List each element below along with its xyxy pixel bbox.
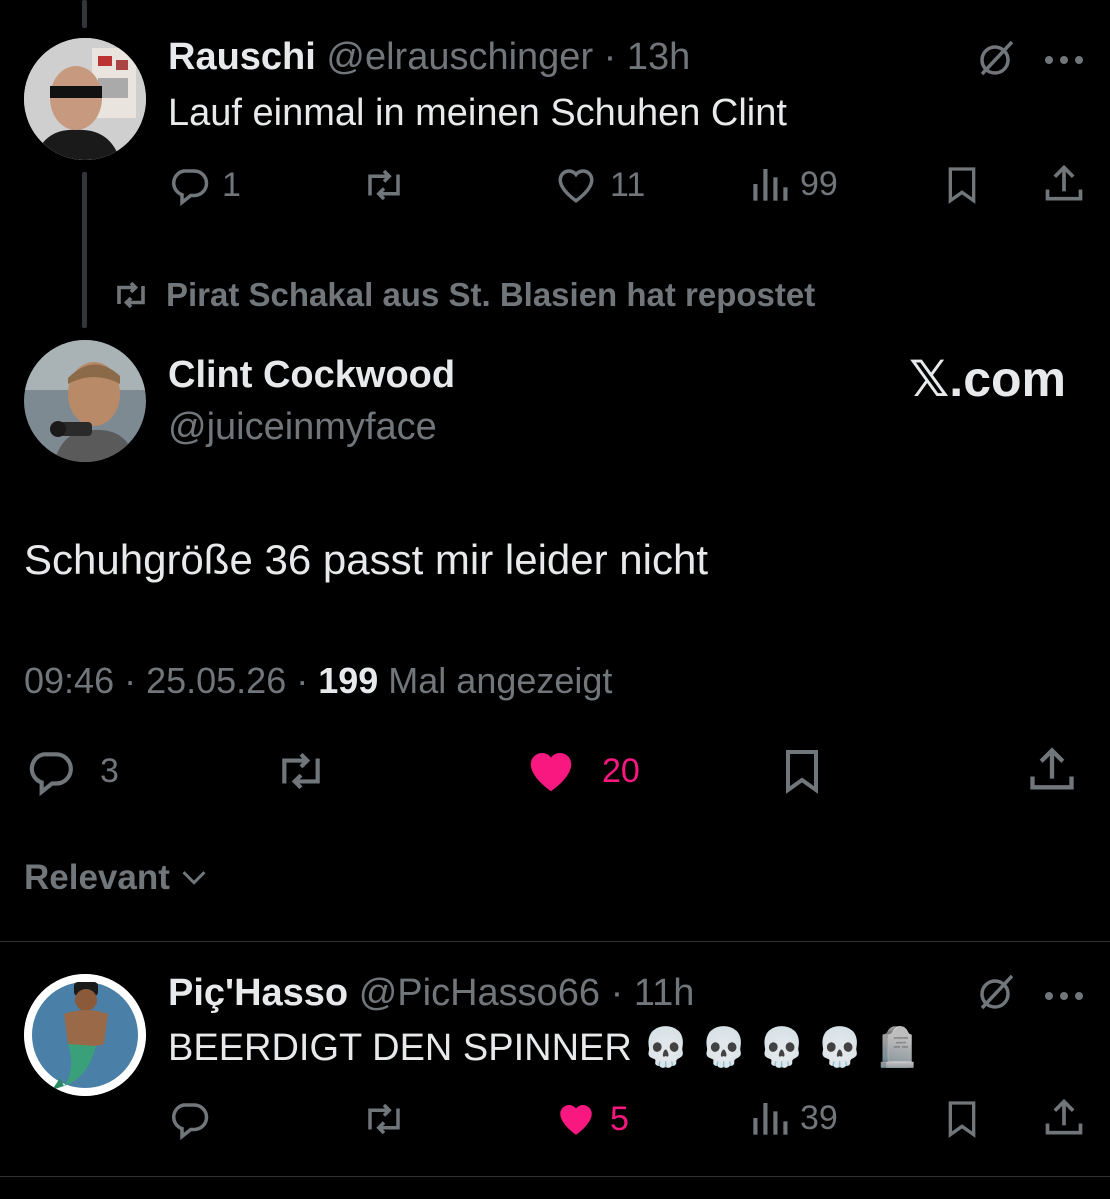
tweet-time[interactable]: · 11h: [611, 972, 695, 1014]
like-count: 20: [602, 751, 640, 790]
bookmark-icon: [786, 750, 818, 794]
like-button[interactable]: 5: [554, 1098, 629, 1140]
share-icon: [1045, 164, 1083, 201]
like-button[interactable]: 20: [522, 744, 640, 798]
author-name[interactable]: Piç'Hasso: [168, 972, 348, 1014]
thread-line: [82, 172, 87, 328]
repost-icon: [117, 281, 145, 309]
divider: [0, 1176, 1110, 1177]
like-count: 5: [610, 1099, 629, 1138]
reply-count: 3: [100, 751, 119, 790]
grok-icon[interactable]: [974, 972, 1016, 1019]
reply-icon: [172, 169, 209, 206]
like-icon: [530, 753, 572, 792]
tweet-text: Schuhgröße 36 passt mir leider nicht: [24, 536, 708, 583]
views-count: 39: [800, 1098, 838, 1137]
more-icon[interactable]: [1044, 52, 1084, 70]
bookmark-button[interactable]: [942, 1096, 982, 1140]
like-icon: [560, 1105, 592, 1135]
views-icon: [753, 1103, 788, 1135]
share-button[interactable]: [1042, 1096, 1086, 1140]
reply-icon: [172, 1103, 209, 1140]
views-label: Mal angezeigt: [378, 660, 613, 701]
reply-button[interactable]: 3: [24, 746, 119, 796]
views-button[interactable]: 39: [750, 1098, 838, 1138]
bookmark-icon: [948, 1101, 976, 1138]
avatar[interactable]: [24, 340, 146, 462]
author-handle[interactable]: @PicHasso66: [359, 972, 600, 1014]
tweet-text: Lauf einmal in meinen Schuhen Clint: [168, 92, 787, 134]
repost-icon: [368, 169, 400, 201]
chevron-down-icon: [182, 871, 206, 885]
tweet-timestamp[interactable]: 09:46 · 25.05.26 ·: [24, 660, 318, 701]
author-handle[interactable]: @elrauschinger: [326, 36, 593, 78]
avatar[interactable]: [24, 38, 146, 160]
bookmark-button[interactable]: [778, 744, 826, 796]
sort-dropdown[interactable]: Relevant: [24, 858, 208, 898]
repost-banner[interactable]: Pirat Schakal aus St. Blasien hat repost…: [110, 276, 815, 314]
views-count: 199: [318, 660, 379, 701]
bookmark-button[interactable]: [942, 162, 982, 206]
share-button[interactable]: [1042, 162, 1086, 206]
views-count: 99: [800, 164, 838, 203]
like-button[interactable]: 11: [554, 164, 645, 206]
reply-count: 1: [222, 165, 241, 204]
author-handle[interactable]: @juiceinmyface: [168, 406, 437, 449]
reply-button[interactable]: 1: [168, 164, 241, 206]
tweet-time[interactable]: · 13h: [604, 36, 691, 78]
repost-button[interactable]: [360, 164, 408, 206]
repost-icon: [282, 752, 320, 790]
like-icon: [558, 169, 594, 203]
views-button[interactable]: 99: [750, 164, 838, 204]
reply-button[interactable]: [168, 1098, 210, 1140]
tweet-text: BEERDIGT DEN SPINNER 💀 💀 💀 💀 🪦: [168, 1027, 922, 1069]
reply-icon: [29, 752, 73, 796]
repost-button[interactable]: [270, 746, 332, 796]
like-count: 11: [610, 165, 646, 204]
share-icon: [1030, 747, 1074, 790]
avatar[interactable]: [24, 974, 146, 1096]
share-icon: [1045, 1098, 1083, 1135]
tweet-meta: 09:46 · 25.05.26 · 199 Mal angezeigt: [24, 660, 612, 702]
author-name[interactable]: Clint Cockwood: [168, 354, 455, 397]
author-name[interactable]: Rauschi: [168, 36, 316, 78]
sort-label: Relevant: [24, 858, 170, 897]
grok-icon[interactable]: [974, 38, 1016, 85]
repost-banner-text: Pirat Schakal aus St. Blasien hat repost…: [166, 276, 816, 313]
views-icon: [753, 169, 788, 201]
repost-icon: [368, 1103, 400, 1135]
divider: [0, 941, 1110, 942]
share-button[interactable]: [1026, 744, 1078, 796]
x-watermark: 𝕏.com: [909, 351, 1066, 407]
more-icon[interactable]: [1044, 988, 1084, 1006]
bookmark-icon: [948, 167, 976, 204]
thread-line: [82, 0, 87, 28]
repost-button[interactable]: [360, 1098, 408, 1140]
